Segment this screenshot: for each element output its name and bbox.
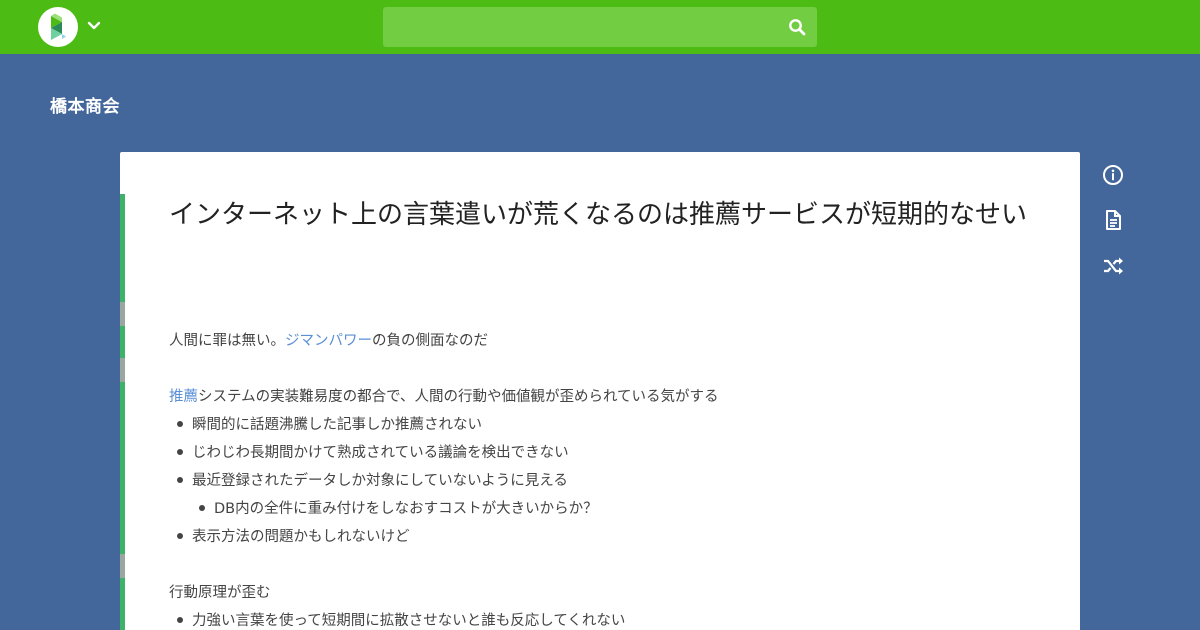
list-item[interactable]: 表示方法の問題かもしれないけど [192,523,410,551]
list-item[interactable]: 力強い言葉を使って短期間に拡散させないと誰も反応してくれない [192,607,625,630]
list-item[interactable]: じわじわ長期間かけて熟成されている議論を検出できない [192,439,569,467]
text-line[interactable]: 人間に罪は無い。ジマンパワーの負の側面なのだ [169,327,488,355]
bullet-icon [199,505,205,511]
text-line[interactable]: 行動原理が歪む [169,579,271,607]
chevron-down-icon[interactable] [86,18,102,34]
list-item[interactable]: 瞬間的に話題沸騰した記事しか推薦されない [192,411,482,439]
page-link[interactable]: ジマンパワー [285,333,372,349]
line-text: の負の側面なのだ [372,333,488,349]
search-icon[interactable] [788,18,806,36]
search-input[interactable] [383,7,817,47]
bullet-icon [177,421,183,427]
list-item[interactable]: 最近登録されたデータしか対象にしていないように見える [192,467,568,495]
project-name[interactable]: 橋本商会 [50,92,120,117]
bullet-icon [177,533,183,539]
line-text: 人間に罪は無い。 [169,333,285,349]
line-indicator-bar [120,194,125,630]
bullet-icon [177,477,183,483]
line-text: システムの実装難易度の都合で、人間の行動や価値観が歪められている気がする [198,389,719,405]
top-navbar [0,0,1200,54]
list-item[interactable]: DB内の全件に重み付けをしなおすコストが大きいからか？ [214,495,598,523]
page-card: インターネット上の言葉遣いが荒くなるのは推薦サービスが短期的なせい 人間に罪は無… [120,152,1080,630]
scrapbox-logo-icon[interactable] [38,7,78,47]
shuffle-icon[interactable] [1102,255,1124,277]
text-line[interactable]: 推薦システムの実装難易度の都合で、人間の行動や価値観が歪められている気がする [169,383,719,411]
document-icon[interactable] [1102,209,1124,231]
page-title[interactable]: インターネット上の言葉遣いが荒くなるのは推薦サービスが短期的なせい [169,194,1039,236]
info-icon[interactable] [1102,164,1124,186]
bullet-icon [177,617,183,623]
page-link[interactable]: 推薦 [169,389,198,405]
bullet-icon [177,449,183,455]
